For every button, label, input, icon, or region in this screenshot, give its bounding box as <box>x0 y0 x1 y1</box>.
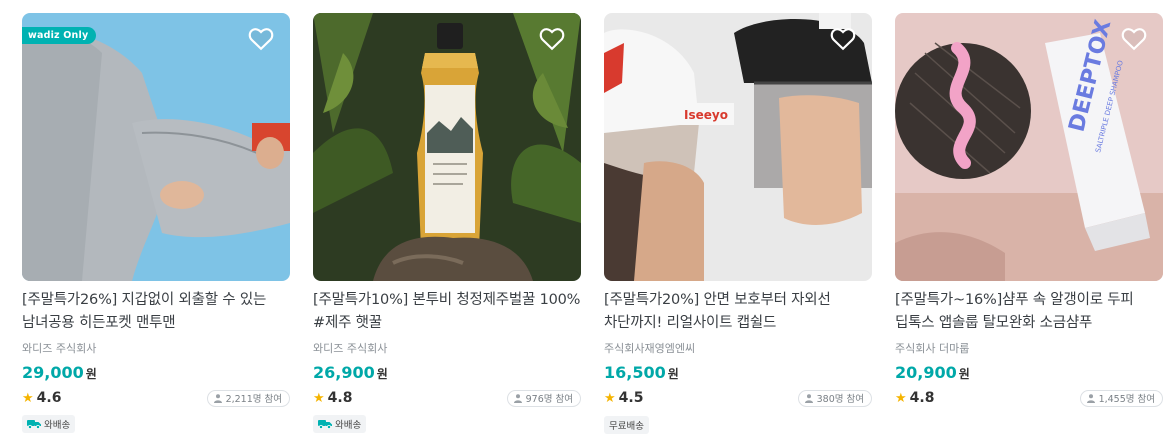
product-image[interactable]: DEEPTOX SALTRIPLE DEEP SHAMPOO <box>895 13 1163 281</box>
rating-value: 4.6 <box>36 390 62 406</box>
rating-value: 4.5 <box>618 390 644 406</box>
delivery-tag-label: 와배송 <box>44 420 71 431</box>
price-row: 20,900 원 <box>895 363 1163 382</box>
person-icon <box>1086 393 1095 403</box>
truck-icon <box>318 420 332 429</box>
price-row: 29,000 원 <box>22 363 290 382</box>
meta-row: ★ 4.8 1,455명 참여 <box>895 389 1163 407</box>
product-image[interactable]: wadiz Only <box>22 13 290 281</box>
product-card[interactable]: wadiz Only [주말특가26%] 지갑없이 외출할 수 있는 남녀공용 … <box>22 13 290 433</box>
heart-icon[interactable] <box>830 27 856 51</box>
participants-badge: 976명 참여 <box>506 389 581 407</box>
free-shipping-tag: 무료배송 <box>604 416 649 434</box>
price: 29,000 <box>22 363 84 382</box>
product-title[interactable]: [주말특가26%] 지갑없이 외출할 수 있는 남녀공용 히든포켓 맨투맨 <box>22 289 290 335</box>
price-row: 26,900 원 <box>313 363 581 382</box>
hoodie-photo <box>22 13 290 281</box>
star-icon: ★ <box>313 390 325 406</box>
heart-icon[interactable] <box>1121 27 1147 51</box>
delivery-tag-label: 와배송 <box>335 420 362 431</box>
meta-row: ★ 4.5 380명 참여 <box>604 389 872 407</box>
heart-icon[interactable] <box>248 27 274 51</box>
participants-badge: 380명 참여 <box>797 389 872 407</box>
rating-value: 4.8 <box>909 390 935 406</box>
product-image[interactable] <box>313 13 581 281</box>
meta-row: ★ 4.8 976명 참여 <box>313 389 581 407</box>
product-title[interactable]: [주말특가10%] 본투비 청정제주벌꿀 100% #제주 햇꿀 <box>313 289 581 335</box>
participants-badge: 2,211명 참여 <box>206 389 290 407</box>
product-title[interactable]: [주말특가~16%]샴푸 속 알갱이로 두피 딥톡스 앱솔룹 탈모완화 소금샴푸 <box>895 289 1163 335</box>
product-card[interactable]: DEEPTOX SALTRIPLE DEEP SHAMPOO [주말특가~16%… <box>895 13 1163 407</box>
person-icon <box>804 393 813 403</box>
free-shipping-label: 무료배송 <box>609 421 644 432</box>
currency: 원 <box>958 367 970 381</box>
wadiz-only-badge: wadiz Only <box>22 27 97 44</box>
svg-text:Iseeyo: Iseeyo <box>684 108 728 122</box>
currency: 원 <box>85 367 97 381</box>
person-icon <box>213 393 222 403</box>
star-icon: ★ <box>604 390 616 406</box>
product-card[interactable]: Iseeyo [주말특가20%] 안면 보호부터 자외선 차단까지! 리얼사이트… <box>604 13 872 434</box>
tag-row: 무료배송 <box>604 414 872 434</box>
price-row: 16,500 원 <box>604 363 872 382</box>
meta-row: ★ 4.6 2,211명 참여 <box>22 389 290 407</box>
star-icon: ★ <box>895 390 907 406</box>
delivery-tag: 와배송 <box>313 415 367 433</box>
tag-row: 와배송 <box>313 414 581 433</box>
truck-icon <box>27 420 41 429</box>
rating: ★ 4.6 <box>22 390 61 406</box>
product-card[interactable]: [주말특가10%] 본투비 청정제주벌꿀 100% #제주 햇꿀 와디즈 주식회… <box>313 13 581 433</box>
currency: 원 <box>376 367 388 381</box>
product-grid: wadiz Only [주말특가26%] 지갑없이 외출할 수 있는 남녀공용 … <box>0 0 1170 446</box>
participants-count: 2,211명 참여 <box>225 394 282 405</box>
person-icon <box>513 393 522 403</box>
maker-name: 와디즈 주식회사 <box>313 342 388 355</box>
shampoo-photo: DEEPTOX SALTRIPLE DEEP SHAMPOO <box>895 13 1163 281</box>
price: 20,900 <box>895 363 957 382</box>
participants-count: 380명 참여 <box>816 394 864 405</box>
product-title[interactable]: [주말특가20%] 안면 보호부터 자외선 차단까지! 리얼사이트 캡쉴드 <box>604 289 872 335</box>
maker-name: 주식회사 더마룹 <box>895 342 970 355</box>
rating: ★ 4.8 <box>313 390 352 406</box>
participants-count: 1,455명 참여 <box>1098 394 1155 405</box>
price: 16,500 <box>604 363 666 382</box>
currency: 원 <box>667 367 679 381</box>
heart-icon[interactable] <box>539 27 565 51</box>
star-icon: ★ <box>22 390 34 406</box>
delivery-tag: 와배송 <box>22 415 76 433</box>
participants-count: 976명 참여 <box>525 394 573 405</box>
rating-value: 4.8 <box>327 390 353 406</box>
maker-name: 와디즈 주식회사 <box>22 342 97 355</box>
participants-badge: 1,455명 참여 <box>1079 389 1163 407</box>
maker-name: 주식회사재영엠엔씨 <box>604 342 696 355</box>
product-image[interactable]: Iseeyo <box>604 13 872 281</box>
price: 26,900 <box>313 363 375 382</box>
face-shield-cap-photo: Iseeyo <box>604 13 872 281</box>
rating: ★ 4.8 <box>895 390 934 406</box>
rating: ★ 4.5 <box>604 390 643 406</box>
honey-bottle-photo <box>313 13 581 281</box>
tag-row: 와배송 <box>22 414 290 433</box>
